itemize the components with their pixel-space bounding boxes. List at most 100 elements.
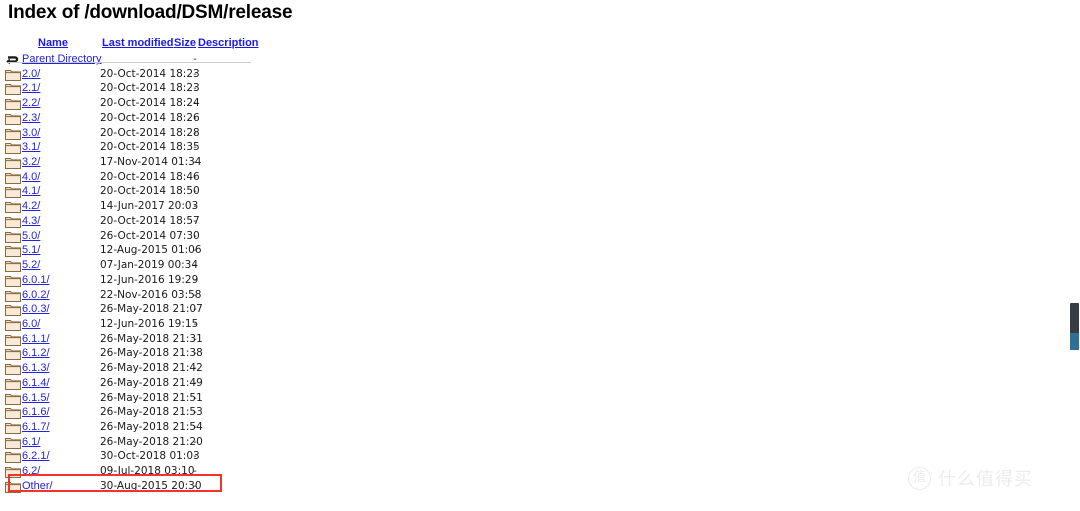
directory-link[interactable]: 6.0.1/	[22, 274, 50, 286]
row-date-cell: 26-May-2018 21:53	[100, 406, 203, 419]
row-size-cell: -	[193, 435, 197, 448]
row-size-cell: -	[193, 170, 197, 183]
directory-link[interactable]: 6.1.4/	[22, 377, 50, 389]
folder-icon	[5, 406, 21, 420]
directory-link[interactable]: 2.3/	[22, 112, 40, 124]
column-header-last-modified[interactable]: Last modified	[102, 36, 174, 50]
row-date-cell: 20-Oct-2014 18:46	[100, 170, 200, 183]
folder-icon	[5, 274, 21, 287]
table-row[interactable]: 6.0.1/12-Jun-2016 19:29-	[0, 273, 300, 288]
row-size-cell: -	[193, 141, 197, 154]
directory-listing: Name Last modified Size Description Pare…	[0, 36, 300, 494]
table-row[interactable]: 2.0/20-Oct-2014 18:23-	[0, 67, 300, 82]
scrollbar-thumb-accent[interactable]	[1070, 333, 1079, 350]
parent-directory-link[interactable]: Parent Directory	[22, 53, 101, 65]
directory-link[interactable]: 3.1/	[22, 141, 40, 153]
row-date-cell: 20-Oct-2014 18:23	[100, 82, 200, 95]
directory-link[interactable]: 4.2/	[22, 200, 40, 212]
table-row[interactable]: 3.2/17-Nov-2014 01:34-	[0, 155, 300, 170]
row-size-cell: -	[193, 244, 197, 257]
directory-link[interactable]: 6.0.3/	[22, 303, 50, 315]
row-date-cell: 20-Oct-2014 18:26	[100, 111, 200, 124]
row-name-cell: 2.1/	[22, 81, 40, 95]
directory-link[interactable]: Other/	[22, 480, 53, 492]
directory-link[interactable]: 6.1.3/	[22, 362, 50, 374]
table-row[interactable]: 6.1.7/26-May-2018 21:54-	[0, 420, 300, 435]
column-header-size[interactable]: Size	[174, 36, 196, 50]
table-row[interactable]: 6.0.3/26-May-2018 21:07-	[0, 302, 300, 317]
directory-link[interactable]: 5.2/	[22, 259, 40, 271]
row-name-cell: 6.0.3/	[22, 302, 50, 316]
row-size-cell: -	[193, 214, 197, 227]
table-row[interactable]: 3.0/20-Oct-2014 18:28-	[0, 126, 300, 141]
directory-link[interactable]: 4.3/	[22, 215, 40, 227]
directory-link[interactable]: 5.1/	[22, 244, 40, 256]
row-date-cell: 12-Aug-2015 01:06	[100, 244, 202, 257]
directory-link[interactable]: 6.1.5/	[22, 392, 50, 404]
table-row[interactable]: 6.2/09-Jul-2018 03:10-	[0, 464, 300, 479]
directory-link[interactable]: 6.1.1/	[22, 333, 50, 345]
row-size-cell: -	[193, 303, 197, 316]
table-row[interactable]: 6.1.4/26-May-2018 21:49-	[0, 376, 300, 391]
column-header-description[interactable]: Description	[198, 36, 259, 50]
row-size-cell: -	[193, 111, 197, 124]
table-row[interactable]: 6.1.5/26-May-2018 21:51-	[0, 391, 300, 406]
directory-link[interactable]: 2.1/	[22, 82, 40, 94]
directory-link[interactable]: 3.0/	[22, 127, 40, 139]
directory-link[interactable]: 6.0/	[22, 318, 40, 330]
row-name-cell: 3.0/	[22, 126, 40, 140]
row-name-cell: 6.1.5/	[22, 391, 50, 405]
row-size-cell: -	[193, 332, 197, 345]
table-row[interactable]: 5.2/07-Jan-2019 00:34-	[0, 258, 300, 273]
folder-icon	[5, 421, 21, 434]
table-row[interactable]: 2.1/20-Oct-2014 18:23-	[0, 81, 300, 96]
table-row[interactable]: 4.2/14-Jun-2017 20:03-	[0, 199, 300, 214]
row-name-cell: 3.1/	[22, 140, 40, 154]
table-row[interactable]: Other/30-Aug-2015 20:30-	[0, 479, 300, 494]
table-row[interactable]: 6.1.6/26-May-2018 21:53-	[0, 405, 300, 420]
directory-link[interactable]: 6.0.2/	[22, 289, 50, 301]
row-date-cell: 20-Oct-2014 18:24	[100, 97, 200, 110]
table-row[interactable]: 6.1.2/26-May-2018 21:38-	[0, 346, 300, 361]
row-name-cell: 6.2/	[22, 464, 40, 478]
scrollbar-track[interactable]	[1066, 0, 1080, 511]
directory-link[interactable]: 6.1.7/	[22, 421, 50, 433]
directory-link[interactable]: 6.2/	[22, 465, 40, 477]
table-row[interactable]: 4.1/20-Oct-2014 18:50-	[0, 184, 300, 199]
directory-link[interactable]: 5.0/	[22, 230, 40, 242]
row-name-cell: 4.1/	[22, 184, 40, 198]
table-row[interactable]: 3.1/20-Oct-2014 18:35-	[0, 140, 300, 155]
directory-link[interactable]: 4.1/	[22, 185, 40, 197]
directory-link[interactable]: 6.1/	[22, 436, 40, 448]
directory-link[interactable]: 2.0/	[22, 68, 40, 80]
table-row[interactable]: 4.0/20-Oct-2014 18:46-	[0, 170, 300, 185]
row-name-cell: 6.0/	[22, 317, 40, 331]
row-name-cell: 2.0/	[22, 67, 40, 81]
row-date-cell: 26-May-2018 21:20	[100, 435, 203, 448]
directory-link[interactable]: 4.0/	[22, 171, 40, 183]
directory-link[interactable]: 3.2/	[22, 156, 40, 168]
directory-link[interactable]: 6.2.1/	[22, 450, 50, 462]
row-name-cell: 6.0.1/	[22, 273, 50, 287]
folder-icon	[5, 347, 21, 361]
table-row[interactable]: 6.1.3/26-May-2018 21:42-	[0, 361, 300, 376]
table-row[interactable]: 4.3/20-Oct-2014 18:57-	[0, 214, 300, 229]
table-row[interactable]: 5.1/12-Aug-2015 01:06-	[0, 243, 300, 258]
table-header-row: Name Last modified Size Description	[0, 36, 300, 52]
table-row[interactable]: 2.2/20-Oct-2014 18:24-	[0, 96, 300, 111]
directory-link[interactable]: 2.2/	[22, 97, 40, 109]
row-date-cell: 14-Jun-2017 20:03	[100, 200, 199, 213]
table-row[interactable]: 6.0.2/22-Nov-2016 03:58-	[0, 288, 300, 303]
folder-icon	[5, 200, 21, 214]
table-row[interactable]: 2.3/20-Oct-2014 18:26-	[0, 111, 300, 126]
table-row[interactable]: 6.1/26-May-2018 21:20-	[0, 435, 300, 450]
directory-link[interactable]: 6.1.2/	[22, 347, 50, 359]
column-header-name[interactable]: Name	[38, 36, 68, 50]
list-item-parent-directory[interactable]: Parent Directory -	[0, 52, 300, 67]
table-row[interactable]: 5.0/26-Oct-2014 07:30-	[0, 229, 300, 244]
table-row[interactable]: 6.2.1/30-Oct-2018 01:03-	[0, 449, 300, 464]
table-row[interactable]: 6.0/12-Jun-2016 19:15-	[0, 317, 300, 332]
row-date-cell: 26-May-2018 21:54	[100, 420, 203, 433]
directory-link[interactable]: 6.1.6/	[22, 406, 50, 418]
table-row[interactable]: 6.1.1/26-May-2018 21:31-	[0, 332, 300, 347]
